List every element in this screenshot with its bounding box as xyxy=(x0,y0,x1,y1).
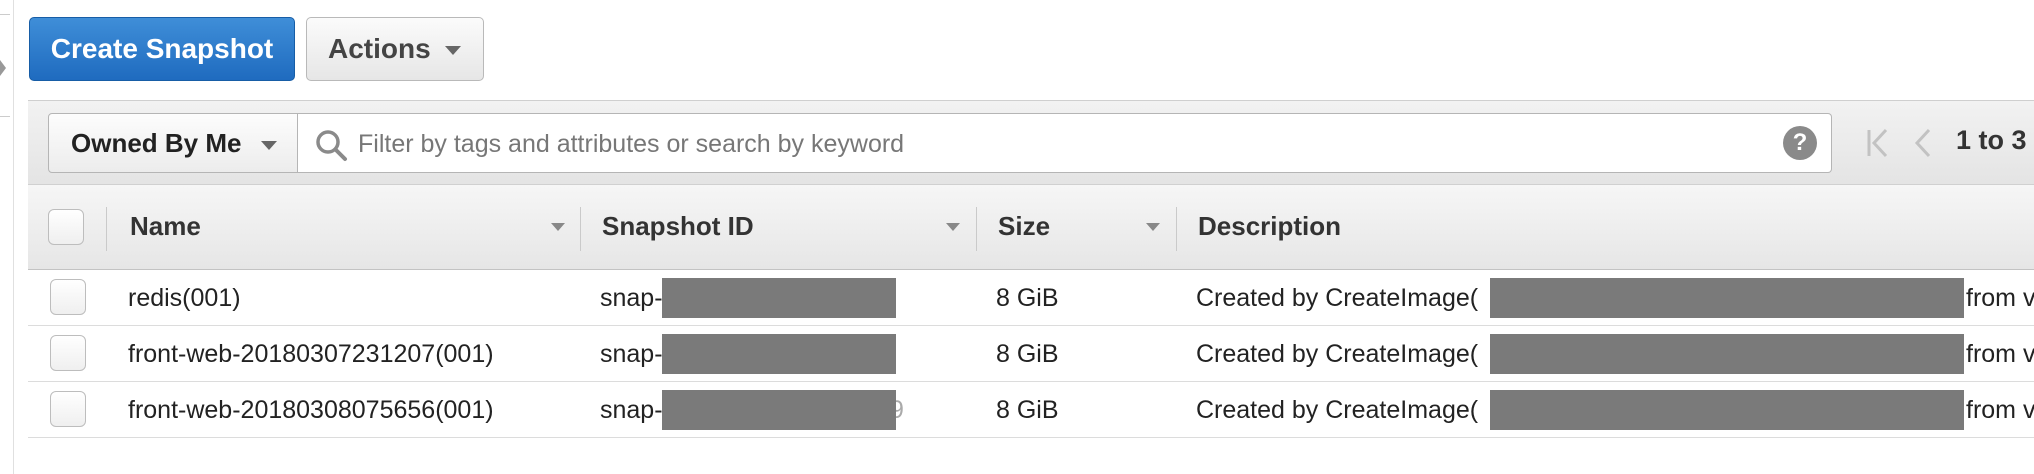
snapshot-description: Created by CreateImage( xyxy=(1196,396,1479,424)
snapshot-description-suffix: from v xyxy=(1966,340,2034,368)
snapshot-id: snap- xyxy=(600,340,663,368)
redacted-description xyxy=(1490,390,1964,430)
table-row[interactable]: front-web-20180307231207(001) snap- 8 Gi… xyxy=(28,326,2034,382)
left-panel-edge xyxy=(0,0,14,474)
snapshot-id: snap- xyxy=(600,396,663,424)
column-divider xyxy=(1176,207,1177,251)
sort-caret-icon[interactable] xyxy=(551,223,565,231)
snapshot-name: redis(001) xyxy=(128,284,241,312)
table-header: Name Snapshot ID Size Description xyxy=(28,184,2034,270)
column-divider xyxy=(976,207,977,251)
redacted-description xyxy=(1490,334,1964,374)
snapshot-description: Created by CreateImage( xyxy=(1196,284,1479,312)
snapshot-size: 8 GiB xyxy=(996,396,1059,424)
chevron-down-icon xyxy=(261,141,277,150)
redacted-description xyxy=(1490,278,1964,318)
search-box: ? xyxy=(298,113,1832,173)
snapshot-id: snap- xyxy=(600,284,663,312)
help-icon[interactable]: ? xyxy=(1783,126,1817,160)
redacted-snapshot-id xyxy=(662,390,896,430)
column-divider xyxy=(106,207,107,251)
create-snapshot-button[interactable]: Create Snapshot xyxy=(29,17,295,81)
first-page-icon[interactable] xyxy=(1866,127,1892,159)
actions-dropdown-button[interactable]: Actions xyxy=(306,17,484,81)
owner-filter-dropdown[interactable]: Owned By Me xyxy=(48,113,298,173)
owner-filter-label: Owned By Me xyxy=(71,127,242,158)
snapshot-size: 8 GiB xyxy=(996,340,1059,368)
row-checkbox[interactable] xyxy=(50,391,86,427)
column-divider xyxy=(580,207,581,251)
previous-page-icon[interactable] xyxy=(1912,127,1934,159)
actions-label: Actions xyxy=(328,33,431,64)
sort-caret-icon[interactable] xyxy=(1146,223,1160,231)
table-row[interactable]: front-web-20180308075656(001) snap- 9 8 … xyxy=(28,382,2034,438)
search-icon xyxy=(316,130,347,161)
pagination-range: 1 to 3 xyxy=(1956,125,2027,155)
column-header-snapshot-id[interactable]: Snapshot ID xyxy=(602,211,754,242)
collapse-panel-icon[interactable] xyxy=(0,60,6,76)
redacted-snapshot-id xyxy=(662,334,896,374)
search-input[interactable] xyxy=(358,122,1738,166)
filter-bar: Owned By Me ? 1 to 3 xyxy=(28,100,2034,184)
table-row[interactable]: redis(001) snap- 8 GiB Created by Create… xyxy=(28,270,2034,326)
row-checkbox[interactable] xyxy=(50,279,86,315)
snapshot-size: 8 GiB xyxy=(996,284,1059,312)
snapshot-name: front-web-20180308075656(001) xyxy=(128,396,494,424)
snapshot-description-suffix: from v xyxy=(1966,284,2034,312)
snapshot-description-suffix: from v xyxy=(1966,396,2034,424)
column-header-size[interactable]: Size xyxy=(998,211,1050,242)
select-all-checkbox[interactable] xyxy=(48,209,84,245)
chevron-down-icon xyxy=(444,46,461,55)
column-header-description[interactable]: Description xyxy=(1198,211,1341,242)
snapshot-name: front-web-20180307231207(001) xyxy=(128,340,494,368)
row-checkbox[interactable] xyxy=(50,335,86,371)
sort-caret-icon[interactable] xyxy=(946,223,960,231)
snapshot-description: Created by CreateImage( xyxy=(1196,340,1479,368)
rail-divider xyxy=(0,14,10,15)
column-header-name[interactable]: Name xyxy=(130,211,201,242)
redacted-snapshot-id xyxy=(662,278,896,318)
rail-divider xyxy=(0,116,10,117)
